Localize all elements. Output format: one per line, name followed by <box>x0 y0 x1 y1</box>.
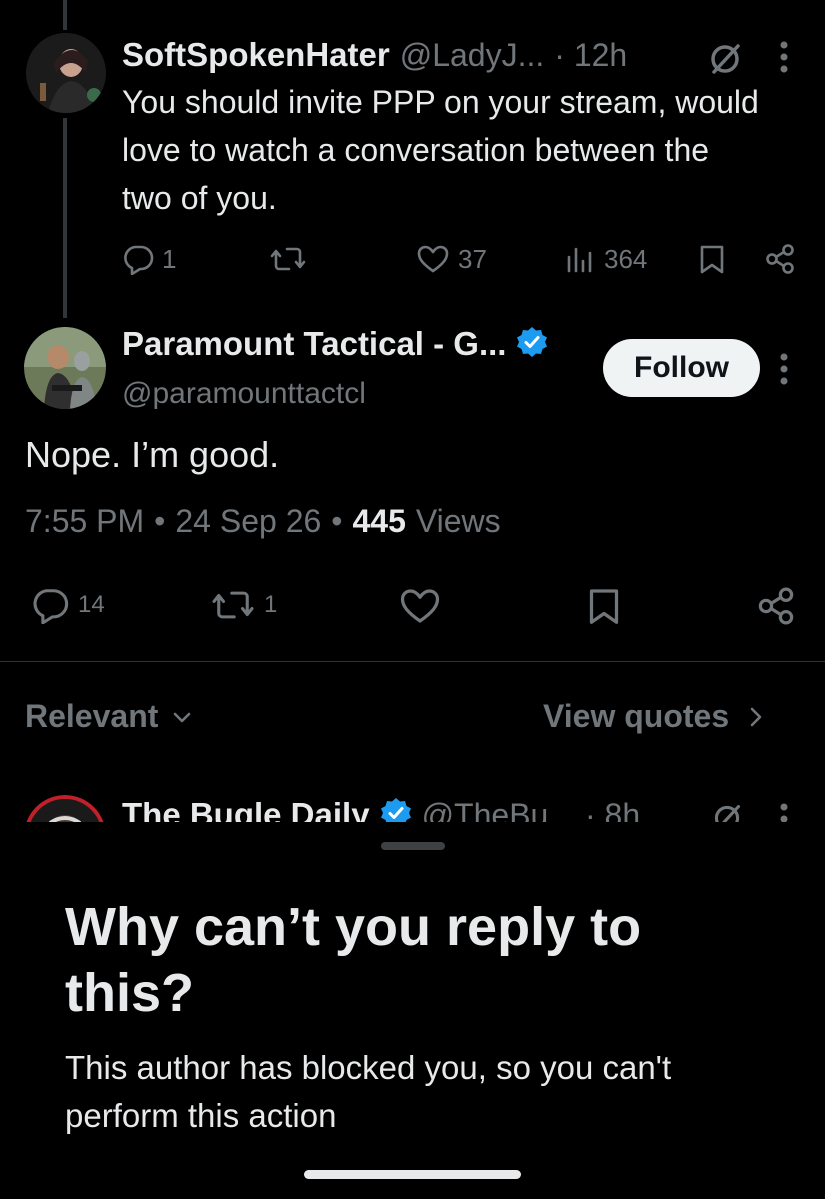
avatar-image <box>26 33 106 113</box>
reply-icon <box>124 245 154 275</box>
author-handle[interactable]: @paramounttactcl <box>122 377 366 411</box>
bookmark-icon <box>700 245 724 274</box>
share-button[interactable] <box>764 243 796 275</box>
home-indicator[interactable] <box>304 1170 521 1179</box>
tweet-text: You should invite PPP on your stream, wo… <box>122 84 759 216</box>
share-icon <box>758 587 794 625</box>
reply-count: 14 <box>78 591 105 618</box>
author-name[interactable]: Paramount Tactical - G... <box>122 325 506 363</box>
like-count: 37 <box>458 243 487 274</box>
separator: • <box>331 503 343 539</box>
retweet-button[interactable]: 1 <box>210 586 277 624</box>
tweet-text: Nope. I’m good. <box>25 434 280 475</box>
thread-line-top <box>63 0 67 30</box>
reply-icon <box>33 589 69 624</box>
thread-line <box>63 118 67 318</box>
follow-button[interactable]: Follow <box>603 339 760 397</box>
views-label: Views <box>415 503 501 539</box>
divider <box>0 661 825 662</box>
sheet-title: Why can’t you reply to this? <box>65 897 642 1023</box>
retweet-button[interactable] <box>270 243 314 275</box>
views-button[interactable]: 364 <box>564 243 647 275</box>
sheet-message: This author has blocked you, so you can'… <box>65 1049 672 1134</box>
avatar-image <box>24 327 106 409</box>
bookmark-button[interactable] <box>698 243 726 275</box>
sort-dropdown[interactable]: Relevant <box>25 698 192 735</box>
share-icon <box>766 244 794 274</box>
bookmark-icon <box>589 589 619 624</box>
verified-badge-icon <box>516 326 548 363</box>
more-options-icon[interactable] <box>778 352 790 391</box>
heart-icon <box>400 589 440 623</box>
views-count: 445 <box>352 503 406 539</box>
share-button[interactable] <box>756 586 796 626</box>
separator: • <box>154 503 166 539</box>
views-link[interactable]: 445 Views <box>352 503 500 540</box>
analytics-icon <box>567 247 592 273</box>
author-name[interactable]: SoftSpokenHater <box>122 36 390 74</box>
tweet-time: 7:55 PM <box>25 503 145 539</box>
grok-icon[interactable] <box>708 42 742 81</box>
retweet-icon <box>212 591 254 619</box>
chevron-right-icon <box>750 707 762 726</box>
view-quotes-link[interactable]: View quotes <box>543 698 763 735</box>
sort-label: Relevant <box>25 698 159 734</box>
view-count: 364 <box>604 243 648 274</box>
author-handle[interactable]: @LadyJ... <box>400 37 545 74</box>
sheet-grabber[interactable] <box>381 842 445 850</box>
chevron-down-icon <box>174 712 191 722</box>
avatar[interactable] <box>24 327 106 409</box>
reply-button[interactable]: 14 <box>30 586 105 624</box>
avatar[interactable] <box>26 33 106 113</box>
heart-icon <box>417 245 449 273</box>
bottom-sheet: Why can’t you reply to this? This author… <box>0 822 825 1199</box>
tweet-time: · 12h <box>554 37 628 73</box>
like-button[interactable]: 37 <box>416 243 487 275</box>
like-button[interactable] <box>398 586 442 626</box>
reply-button[interactable]: 1 <box>122 243 176 275</box>
retweet-count: 1 <box>264 591 278 618</box>
more-options-icon[interactable] <box>778 40 790 79</box>
retweet-icon <box>270 247 306 271</box>
tweet-date: 24 Sep 26 <box>175 503 322 539</box>
bookmark-button[interactable] <box>586 586 622 626</box>
view-quotes-label: View quotes <box>543 698 730 734</box>
reply-count: 1 <box>162 243 177 274</box>
